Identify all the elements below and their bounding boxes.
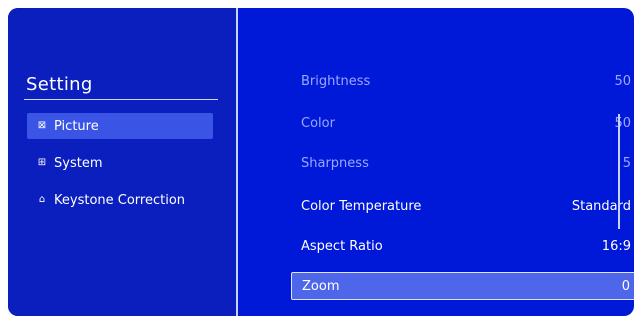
picture-icon: ⊠: [37, 120, 47, 131]
setting-value: 16:9: [601, 238, 631, 254]
setting-value: 50: [614, 115, 631, 131]
setting-label: Brightness: [301, 73, 371, 89]
setting-value: 50: [614, 73, 631, 89]
sidebar-title: Setting: [26, 74, 93, 95]
sidebar-menu: ⊠ Picture ⊞ System ⌂ Keystone Correction: [27, 113, 213, 224]
sidebar-item-label: Keystone Correction: [54, 192, 186, 208]
sidebar-divider: [24, 99, 218, 100]
setting-row-color-temperature[interactable]: Color Temperature Standard: [291, 192, 634, 220]
sidebar-item-keystone-correction[interactable]: ⌂ Keystone Correction: [27, 187, 213, 213]
setting-value: 0: [621, 278, 630, 294]
sidebar-item-label: Picture: [54, 118, 99, 134]
setting-row-sharpness[interactable]: Sharpness 5: [291, 149, 634, 177]
sidebar-item-picture[interactable]: ⊠ Picture: [27, 113, 213, 139]
setting-label: Zoom: [302, 278, 340, 294]
system-icon: ⊞: [37, 157, 47, 168]
setting-row-zoom[interactable]: Zoom 0: [291, 272, 634, 300]
setting-label: Color: [301, 115, 335, 131]
sidebar-item-system[interactable]: ⊞ System: [27, 150, 213, 176]
setting-value: 5: [622, 155, 631, 171]
setting-row-color[interactable]: Color 50: [291, 109, 634, 137]
setting-label: Sharpness: [301, 155, 369, 171]
sidebar-item-label: System: [54, 155, 103, 171]
setting-row-aspect-ratio[interactable]: Aspect Ratio 16:9: [291, 232, 634, 260]
keystone-icon: ⌂: [38, 194, 46, 205]
setting-value: Standard: [571, 198, 631, 214]
settings-screen: Setting ⊠ Picture ⊞ System ⌂ Keystone Co…: [8, 8, 634, 316]
setting-label: Color Temperature: [301, 198, 422, 214]
sidebar: Setting ⊠ Picture ⊞ System ⌂ Keystone Co…: [8, 8, 236, 316]
setting-label: Aspect Ratio: [301, 238, 383, 254]
setting-row-brightness[interactable]: Brightness 50: [291, 67, 634, 95]
scrollbar[interactable]: [618, 114, 620, 229]
settings-list: Brightness 50 Color 50 Sharpness 5 Color…: [238, 8, 634, 316]
